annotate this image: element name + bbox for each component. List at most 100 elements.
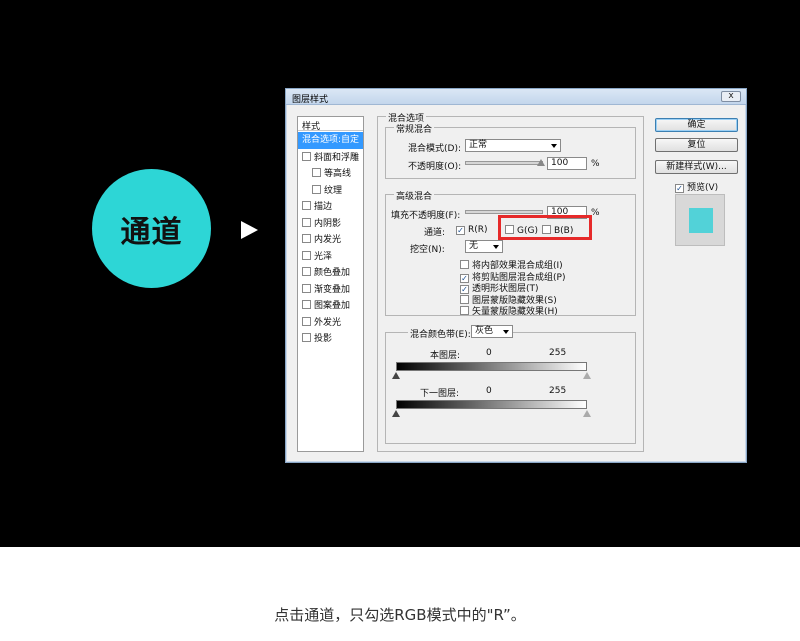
this-layer-label: 本图层: xyxy=(430,351,461,361)
ok-button[interactable]: 确定 xyxy=(655,118,738,132)
checkbox-box xyxy=(460,294,469,304)
style-item[interactable]: 纹理 xyxy=(298,183,363,200)
style-checkbox[interactable] xyxy=(302,234,311,243)
style-checkbox[interactable] xyxy=(302,316,311,326)
style-item-label: 等高线 xyxy=(324,169,352,179)
underlying-layer-label: 下一图层: xyxy=(420,389,460,399)
style-item[interactable]: 渐变叠加 xyxy=(298,282,363,299)
this-layer-white-stop[interactable] xyxy=(583,372,591,379)
style-item-label: 斜面和浮雕 xyxy=(314,152,360,163)
style-preview xyxy=(675,194,725,246)
style-item-label: 外发光 xyxy=(314,317,342,328)
chevron-down-icon xyxy=(503,330,509,334)
reset-button[interactable]: 复位 xyxy=(655,138,738,152)
style-item-label: 投影 xyxy=(314,334,333,344)
tutorial-stage: 通道 图层样式 x 样式 混合选项:自定斜面和浮雕等高线纹理描边内阴影内发光光泽… xyxy=(0,0,800,547)
style-item[interactable]: 斜面和浮雕 xyxy=(298,150,363,167)
dialog-title: 图层样式 xyxy=(292,95,329,105)
underlying-layer-black-stop[interactable] xyxy=(392,410,400,417)
fill-opacity-unit: % xyxy=(591,208,600,218)
opacity-slider[interactable] xyxy=(465,161,543,165)
style-checkbox[interactable] xyxy=(312,168,321,177)
close-button[interactable]: x xyxy=(721,91,741,102)
style-checkbox[interactable] xyxy=(302,333,311,342)
dialog-titlebar: 图层样式 x xyxy=(286,89,746,105)
style-item[interactable]: 等高线 xyxy=(298,166,363,183)
opacity-unit: % xyxy=(591,159,600,169)
checkmark-icon: ✓ xyxy=(456,226,465,235)
this-layer-black-stop[interactable] xyxy=(392,372,400,379)
general-blending-group: 常规混合 混合模式(D): 正常 不透明度(O): 100 % xyxy=(385,122,636,179)
channels-label: 通道: xyxy=(424,228,446,238)
checkbox-box xyxy=(460,260,469,269)
style-item-label: 纹理 xyxy=(324,185,343,196)
opacity-input[interactable]: 100 xyxy=(547,157,587,170)
style-item[interactable]: 内发光 xyxy=(298,232,363,249)
preview-swatch xyxy=(689,208,713,233)
style-item-label: 混合选项:自定 xyxy=(302,135,360,145)
style-item[interactable]: 光泽 xyxy=(298,249,363,266)
style-checkbox[interactable] xyxy=(302,217,311,227)
style-checkbox[interactable] xyxy=(302,300,311,309)
checkmark-icon: ✓ xyxy=(675,184,684,193)
style-checkbox[interactable] xyxy=(312,184,321,194)
channel-r-checkbox[interactable]: ✓ R(R) xyxy=(456,225,488,235)
style-item-label: 渐变叠加 xyxy=(314,284,351,295)
style-item[interactable]: 描边 xyxy=(298,199,363,216)
style-item[interactable]: 颜色叠加 xyxy=(298,265,363,282)
knockout-select[interactable]: 无 xyxy=(465,240,503,253)
style-item[interactable]: 内阴影 xyxy=(298,216,363,233)
pointer-arrow-icon xyxy=(241,221,258,239)
blend-if-value: 灰色 xyxy=(475,326,494,336)
styles-header: 样式 xyxy=(298,117,363,132)
advanced-option-checkbox[interactable]: 矢量蒙版隐藏效果(H) xyxy=(460,304,558,317)
blend-if-select[interactable]: 灰色 xyxy=(471,325,513,338)
advanced-blending-group: 高级混合 填充不透明度(F): 100 % 通道: ✓ R(R) G(G) B(B… xyxy=(385,189,636,317)
style-item[interactable]: 图案叠加 xyxy=(298,298,363,315)
advanced-option-label: 矢量蒙版隐藏效果(H) xyxy=(472,307,558,317)
this-layer-max: 255 xyxy=(549,348,567,358)
knockout-label: 挖空(N): xyxy=(410,245,445,255)
style-item-label: 内发光 xyxy=(314,235,342,245)
caption-text: 点击通道，只勾选RGB模式中的"R”。 xyxy=(274,606,526,624)
blend-if-group: 混合颜色带(E): 灰色 本图层: 0 255 下一图层: 0 255 xyxy=(385,325,636,444)
channel-badge: 通道 xyxy=(92,169,211,288)
checkbox-box xyxy=(460,306,469,315)
blend-if-label: 混合颜色带(E): xyxy=(408,327,473,340)
fill-opacity-slider[interactable] xyxy=(465,210,543,214)
underlying-layer-max: 255 xyxy=(549,386,567,396)
style-item[interactable]: 外发光 xyxy=(298,315,363,332)
style-checkbox[interactable] xyxy=(302,283,311,293)
style-checkbox[interactable] xyxy=(302,201,311,210)
opacity-slider-thumb[interactable] xyxy=(537,159,545,166)
advanced-blending-title: 高级混合 xyxy=(394,189,435,202)
chevron-down-icon xyxy=(493,245,499,249)
style-item[interactable]: 投影 xyxy=(298,331,363,348)
style-checkbox[interactable] xyxy=(302,267,311,276)
blend-mode-label: 混合模式(D): xyxy=(408,144,461,154)
style-item-label: 描边 xyxy=(314,202,333,212)
style-item-label: 图案叠加 xyxy=(314,301,351,311)
layer-style-dialog: 图层样式 x 样式 混合选项:自定斜面和浮雕等高线纹理描边内阴影内发光光泽颜色叠… xyxy=(285,88,747,463)
underlying-layer-min: 0 xyxy=(486,386,492,396)
badge-text: 通道 xyxy=(120,214,183,250)
style-checkbox[interactable] xyxy=(302,250,311,260)
general-blending-title: 常规混合 xyxy=(394,122,435,135)
styles-list: 样式 混合选项:自定斜面和浮雕等高线纹理描边内阴影内发光光泽颜色叠加渐变叠加图案… xyxy=(297,116,364,452)
this-layer-gradient xyxy=(396,362,587,371)
style-item-label: 颜色叠加 xyxy=(314,268,351,278)
blend-mode-select[interactable]: 正常 xyxy=(465,139,561,152)
style-item-label: 光泽 xyxy=(314,251,333,262)
fill-opacity-label: 填充不透明度(F): xyxy=(391,211,461,221)
style-item-label: 内阴影 xyxy=(314,218,342,229)
style-checkbox[interactable] xyxy=(302,151,311,161)
new-style-button[interactable]: 新建样式(W)... xyxy=(655,160,738,174)
preview-checkbox[interactable]: ✓ 预览(V) xyxy=(675,180,718,193)
chevron-down-icon xyxy=(551,144,557,148)
opacity-label: 不透明度(O): xyxy=(408,162,462,172)
blend-mode-value: 正常 xyxy=(469,140,488,150)
underlying-layer-white-stop[interactable] xyxy=(583,410,591,417)
this-layer-min: 0 xyxy=(486,348,492,358)
style-item[interactable]: 混合选项:自定 xyxy=(298,132,363,149)
knockout-value: 无 xyxy=(469,241,479,251)
